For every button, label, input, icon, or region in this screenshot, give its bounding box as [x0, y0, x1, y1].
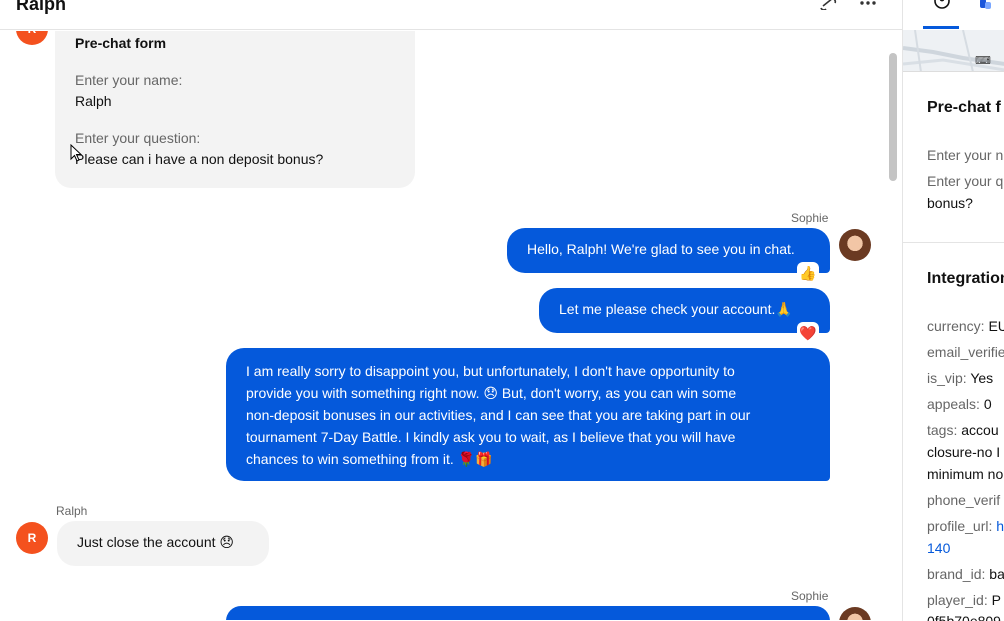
field-phone-verified: phone_verif [927, 492, 1001, 508]
panel-integration-title: Integration [927, 270, 1004, 287]
panel-prechat-row: Enter your q [927, 173, 1004, 189]
link-icon[interactable] [816, 0, 840, 14]
integration-icon[interactable] [979, 0, 993, 16]
active-tab-indicator [923, 26, 959, 29]
prechat-question-label: Enter your question: [75, 130, 201, 146]
field-player-id: player_id: P [927, 592, 1001, 608]
prechat-question-value: Please can i have a non deposit bonus? [75, 151, 324, 167]
prechat-name-label: Enter your name: [75, 72, 183, 88]
panel-prechat-row: bonus? [927, 195, 973, 211]
avatar [839, 229, 871, 261]
thumbs-up-icon[interactable]: 👍 [797, 262, 819, 284]
avatar [839, 607, 871, 620]
field-email-verified: email_verifie [927, 344, 1004, 360]
sender-name: Sophie [791, 211, 829, 225]
field-profile-url[interactable]: profile_url: h [927, 518, 1004, 534]
message-line: tournament 7-Day Battle. I kindly ask yo… [246, 429, 736, 445]
message-line: chances to win something from it. 🌹🎁 [246, 451, 493, 467]
field-player-id-cont: 0f5b70e809 [927, 613, 1001, 621]
chat-area[interactable]: R Pre-chat form Enter your name: Ralph E… [0, 31, 902, 620]
message-line: non-deposit bonuses in our activities, a… [246, 407, 751, 423]
more-icon[interactable] [856, 0, 880, 8]
message-text: Just close the account 😞 [77, 534, 235, 550]
message-bubble[interactable]: Just close the account 😞 [57, 521, 269, 566]
message-bubble[interactable]: Hello, Ralph! We're glad to see you in c… [507, 228, 830, 273]
heart-icon[interactable]: ❤️ [797, 322, 819, 344]
message-line: I am really sorry to disappoint you, but… [246, 363, 735, 379]
prechat-name-value: Ralph [75, 93, 112, 109]
user-circle-icon[interactable] [933, 0, 951, 15]
message-bubble[interactable]: Let me please check your account.🙏 [539, 288, 830, 333]
avatar: R [16, 31, 48, 45]
details-panel: ⌨ Pre-chat f Enter your n Enter your q b… [902, 0, 1004, 621]
keyboard-icon: ⌨ [975, 55, 991, 67]
chat-title: Ralph [16, 0, 67, 14]
panel-tabs [903, 0, 1004, 30]
field-currency: currency: EU [927, 318, 1004, 334]
field-brand-id: brand_id: ba [927, 566, 1004, 582]
field-is-vip: is_vip: Yes [927, 370, 994, 386]
chat-header: Ralph [0, 0, 902, 30]
panel-divider [903, 242, 1004, 243]
message-text: Hello, Ralph! We're glad to see you in c… [527, 241, 795, 257]
panel-prechat-row: Enter your n [927, 147, 1004, 163]
message-bubble[interactable]: I am really sorry to disappoint you, but… [226, 348, 830, 481]
message-text: Let me please check your account.🙏 [559, 301, 793, 317]
map-thumbnail: ⌨ [903, 30, 1004, 72]
field-tags-cont: minimum no [927, 466, 1004, 482]
field-tags-cont: closure-no I [927, 444, 1001, 460]
avatar: R [16, 522, 48, 554]
prechat-form-card: Pre-chat form Enter your name: Ralph Ent… [55, 31, 415, 188]
panel-prechat-title: Pre-chat f [927, 99, 1001, 116]
sender-name: Ralph [56, 504, 88, 518]
sender-name: Sophie [791, 589, 829, 603]
field-appeals: appeals: 0 [927, 396, 992, 412]
field-tags: tags: accou [927, 422, 999, 438]
message-line: provide you with something right now. 😞 … [246, 385, 737, 401]
field-profile-url-cont[interactable]: 140 [927, 540, 950, 556]
chat-scrollbar[interactable] [889, 53, 897, 181]
prechat-form-title: Pre-chat form [75, 35, 167, 51]
message-bubble[interactable] [226, 606, 830, 620]
